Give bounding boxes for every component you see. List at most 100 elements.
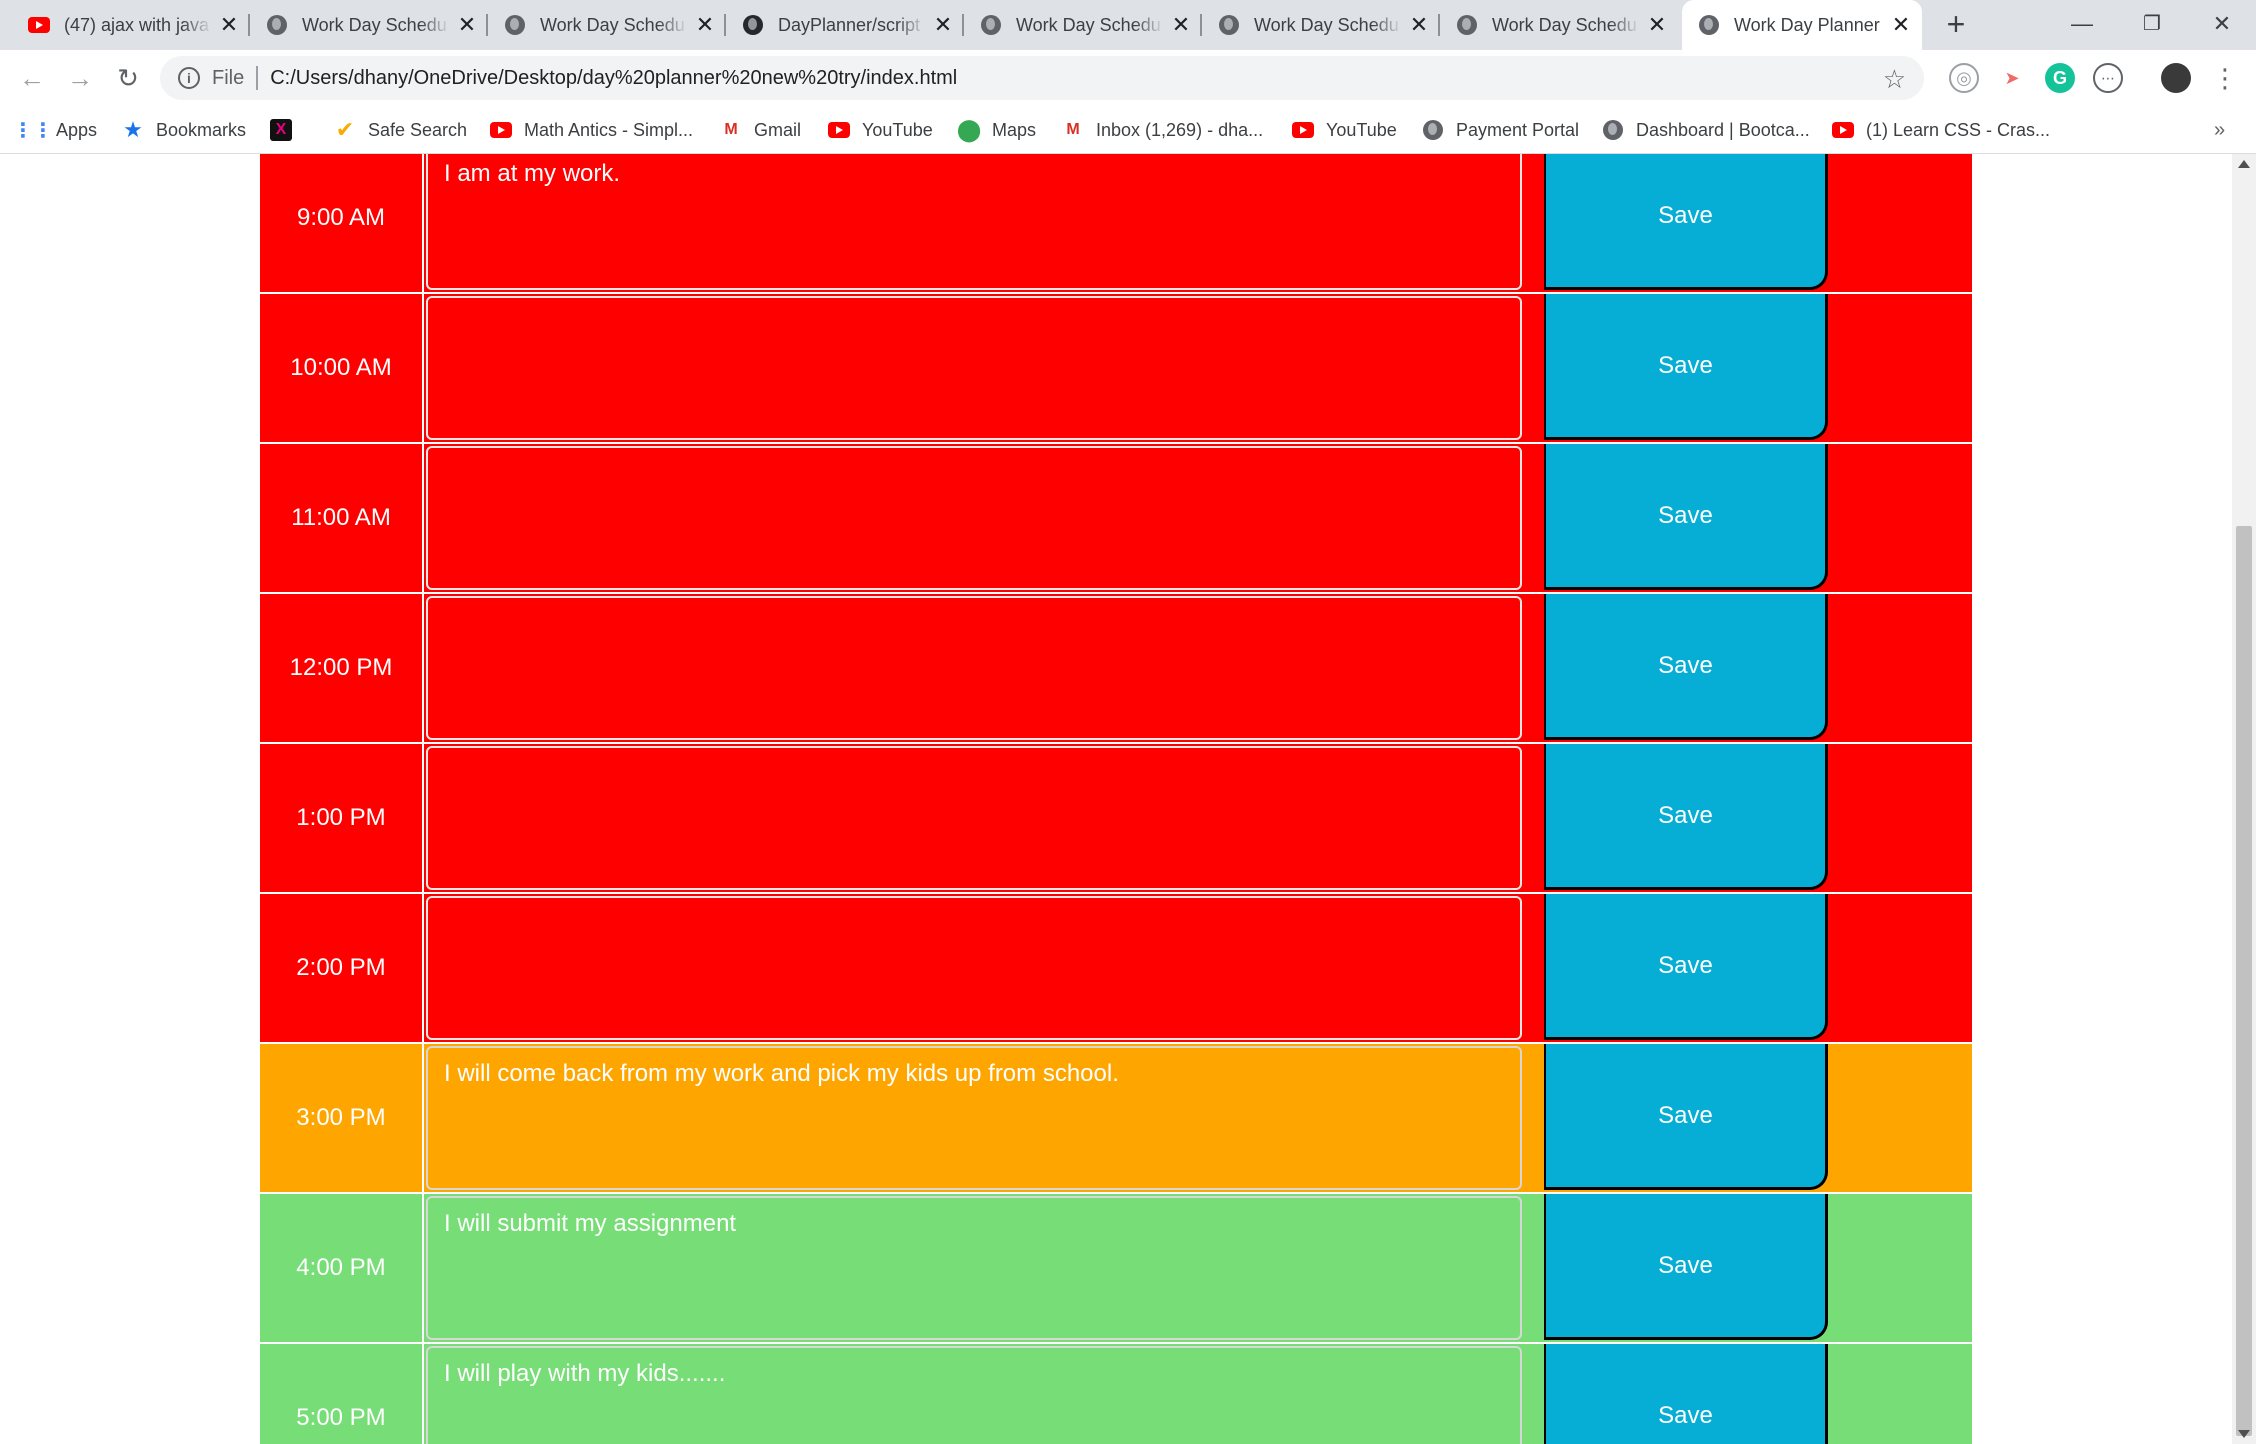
close-tab-icon[interactable]: ✕: [1408, 12, 1430, 38]
time-block-row: 5:00 PM I will play with my kids....... Sa…: [260, 1344, 1972, 1444]
save-button[interactable]: Save: [1544, 1344, 1828, 1444]
avatar[interactable]: [2161, 63, 2191, 93]
bookmark-dashboard[interactable]: Dashboard | Bootca...: [1602, 106, 1810, 154]
bookmark-label: Apps: [56, 119, 98, 140]
save-button[interactable]: Save: [1544, 444, 1828, 590]
bookmark-label: Math Antics - Simpl...: [524, 119, 694, 140]
bookmark-bookmarks[interactable]: ★ Bookmarks: [122, 106, 246, 154]
hour-label: 1:00 PM: [260, 744, 424, 892]
save-button[interactable]: Save: [1544, 154, 1828, 290]
new-tab-button[interactable]: +: [1938, 6, 1974, 42]
forward-icon[interactable]: →: [62, 60, 98, 96]
safe-search-icon: ✔: [335, 117, 355, 142]
globe-icon: [1422, 119, 1444, 141]
hour-label: 11:00 AM: [260, 444, 424, 592]
browser-tab-active[interactable]: Work Day Planner ✕: [1682, 0, 1922, 50]
save-button[interactable]: Save: [1544, 594, 1828, 740]
event-description-input[interactable]: I will submit my assignment: [426, 1196, 1522, 1340]
close-tab-icon[interactable]: ✕: [456, 12, 478, 38]
scroll-down-icon[interactable]: [2238, 1430, 2250, 1438]
scroll-up-icon[interactable]: [2238, 160, 2250, 168]
url-text[interactable]: C:/Users/dhany/OneDrive/Desktop/day%20pl…: [270, 67, 957, 90]
browser-tab[interactable]: (47) ajax with java ✕: [12, 0, 250, 50]
time-block-row: 11:00 AM Save: [260, 444, 1972, 594]
browser-tab[interactable]: Work Day Schedu ✕: [1202, 0, 1440, 50]
bookmark-safe-search[interactable]: ✔ Safe Search: [334, 106, 467, 154]
event-description-input[interactable]: [426, 746, 1522, 890]
bookmark-maps[interactable]: ⬤ Maps: [957, 106, 1037, 154]
save-cell: Save: [1522, 894, 1972, 1042]
browser-chrome: (47) ajax with java ✕ Work Day Schedu ✕ …: [0, 0, 2256, 154]
bookmark-label: YouTube: [862, 119, 933, 140]
youtube-icon: [490, 119, 512, 141]
reload-icon[interactable]: ↻: [110, 60, 146, 96]
time-block-row: 2:00 PM Save: [260, 894, 1972, 1044]
scheme-label: File: [212, 66, 245, 89]
bookmark-youtube[interactable]: YouTube: [1292, 106, 1397, 154]
save-button[interactable]: Save: [1544, 894, 1828, 1040]
save-cell: Save: [1522, 154, 1972, 292]
bookmark-apps[interactable]: ⋮⋮ Apps: [13, 106, 98, 154]
hour-label: 12:00 PM: [260, 594, 424, 742]
close-tab-icon[interactable]: ✕: [1890, 12, 1912, 38]
bookmark-x-logo[interactable]: X: [270, 106, 304, 154]
tab-title: Work Day Schedu: [1016, 14, 1161, 35]
menu-kebab-icon[interactable]: ⋮: [2210, 63, 2240, 93]
browser-tab[interactable]: Work Day Schedu ✕: [250, 0, 488, 50]
browser-tab[interactable]: Work Day Schedu ✕: [1440, 0, 1678, 50]
more-bookmarks-icon[interactable]: »: [2214, 106, 2225, 154]
bookmark-inbox[interactable]: M Inbox (1,269) - dha...: [1062, 106, 1263, 154]
bookmark-learn-css[interactable]: (1) Learn CSS - Cras...: [1832, 106, 2050, 154]
event-description-input[interactable]: [426, 296, 1522, 440]
extension-icon[interactable]: ◎: [1949, 63, 1979, 93]
close-tab-icon[interactable]: ✕: [1170, 12, 1192, 38]
browser-tab[interactable]: DayPlanner/script ✕: [726, 0, 964, 50]
close-tab-icon[interactable]: ✕: [1646, 12, 1668, 38]
bookmark-star-icon[interactable]: ☆: [1883, 64, 1906, 95]
globe-icon: [1698, 14, 1720, 36]
bookmark-payment-portal[interactable]: Payment Portal: [1422, 106, 1579, 154]
event-description-input[interactable]: I am at my work.: [426, 154, 1522, 290]
save-button[interactable]: Save: [1544, 1194, 1828, 1340]
save-cell: Save: [1522, 744, 1972, 892]
close-tab-icon[interactable]: ✕: [694, 12, 716, 38]
extension-arrow-icon[interactable]: ➤: [1997, 63, 2027, 93]
youtube-icon: [1832, 119, 1854, 141]
hour-label: 3:00 PM: [260, 1044, 424, 1192]
hour-label: 10:00 AM: [260, 294, 424, 442]
time-block-row: 1:00 PM Save: [260, 744, 1972, 894]
close-tab-icon[interactable]: ✕: [218, 12, 240, 38]
github-icon: [742, 14, 764, 36]
event-description-input[interactable]: [426, 596, 1522, 740]
save-button[interactable]: Save: [1544, 294, 1828, 440]
event-description-input[interactable]: I will come back from my work and pick m…: [426, 1046, 1522, 1190]
browser-tab[interactable]: Work Day Schedu ✕: [964, 0, 1202, 50]
address-bar[interactable]: i File C:/Users/dhany/OneDrive/Desktop/d…: [160, 56, 1924, 100]
grammarly-icon[interactable]: G: [2045, 63, 2075, 93]
extension-icon[interactable]: ⋯: [2093, 63, 2123, 93]
event-description-input[interactable]: [426, 446, 1522, 590]
bookmark-youtube[interactable]: YouTube: [828, 106, 933, 154]
bookmark-math-antics[interactable]: Math Antics - Simpl...: [490, 106, 693, 154]
close-tab-icon[interactable]: ✕: [932, 12, 954, 38]
save-button[interactable]: Save: [1544, 1044, 1828, 1190]
hour-label: 4:00 PM: [260, 1194, 424, 1342]
minimize-icon[interactable]: —: [2052, 6, 2112, 42]
close-window-icon[interactable]: ✕: [2192, 6, 2252, 42]
browser-tab[interactable]: Work Day Schedu ✕: [488, 0, 726, 50]
globe-icon: [504, 14, 526, 36]
back-icon[interactable]: ←: [14, 60, 50, 96]
scrollbar[interactable]: [2232, 154, 2256, 1444]
hour-label: 9:00 AM: [260, 154, 424, 292]
gmail-icon: M: [724, 121, 738, 138]
restore-icon[interactable]: ❐: [2122, 6, 2182, 42]
scrollbar-thumb[interactable]: [2236, 526, 2252, 1436]
save-button[interactable]: Save: [1544, 744, 1828, 890]
event-description-input[interactable]: I will play with my kids.......: [426, 1346, 1522, 1444]
bookmark-label: Maps: [992, 119, 1037, 140]
tab-title: (47) ajax with java: [64, 14, 210, 35]
event-description-input[interactable]: [426, 896, 1522, 1040]
info-icon[interactable]: i: [178, 67, 200, 89]
bookmark-gmail[interactable]: M Gmail: [720, 106, 801, 154]
bookmark-label: Payment Portal: [1456, 119, 1580, 140]
